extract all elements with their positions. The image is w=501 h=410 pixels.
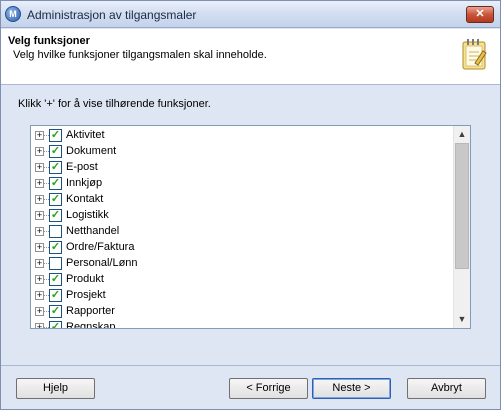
tree-item-label: Dokument bbox=[66, 145, 117, 157]
item-checkbox[interactable]: ✓ bbox=[49, 193, 62, 206]
footer-divider bbox=[1, 365, 500, 366]
item-checkbox[interactable]: ✓ bbox=[49, 273, 62, 286]
cancel-button[interactable]: Avbryt bbox=[407, 378, 486, 399]
wizard-notepad-icon bbox=[462, 39, 487, 70]
expand-plus-icon[interactable]: + bbox=[35, 179, 44, 188]
item-checkbox[interactable]: ✓ bbox=[49, 129, 62, 142]
expand-plus-icon[interactable]: + bbox=[35, 243, 44, 252]
tree-item-label: Ordre/Faktura bbox=[66, 241, 135, 253]
header-title: Velg funksjoner bbox=[8, 35, 90, 47]
expand-plus-icon[interactable]: + bbox=[35, 227, 44, 236]
tree-item-label: Personal/Lønn bbox=[66, 257, 138, 269]
item-checkbox[interactable]: ✓ bbox=[49, 177, 62, 190]
wizard-header: Velg funksjoner Velg hvilke funksjoner t… bbox=[1, 29, 500, 85]
expand-plus-icon[interactable]: + bbox=[35, 259, 44, 268]
tree-item-label: E-post bbox=[66, 161, 98, 173]
expand-plus-icon[interactable]: + bbox=[35, 131, 44, 140]
tree-item-label: Kontakt bbox=[66, 193, 104, 205]
window-title: Administrasjon av tilgangsmaler bbox=[27, 8, 197, 22]
item-checkbox[interactable]: ✓ bbox=[49, 305, 62, 318]
expand-plus-icon[interactable]: + bbox=[35, 275, 44, 284]
dialog-window: M Administrasjon av tilgangsmaler ✕ Velg… bbox=[0, 0, 501, 410]
next-button[interactable]: Neste > bbox=[312, 378, 391, 399]
expand-plus-icon[interactable]: + bbox=[35, 211, 44, 220]
tree-item-label: Innkjøp bbox=[66, 177, 103, 189]
header-subtitle: Velg hvilke funksjoner tilgangsmalen ska… bbox=[13, 49, 267, 61]
help-button[interactable]: Hjelp bbox=[16, 378, 95, 399]
item-checkbox[interactable]: ✓ bbox=[49, 289, 62, 302]
scroll-thumb[interactable] bbox=[455, 143, 469, 269]
tree-item-label: Rapporter bbox=[66, 305, 115, 317]
expand-plus-icon[interactable]: + bbox=[35, 147, 44, 156]
function-tree-list[interactable]: + ✓ Aktivitet + ✓ Dokument + ✓ E-post + ✓ Innkjøp + ✓… bbox=[30, 125, 471, 329]
instruction-text: Klikk '+' for å vise tilhørende funksjon… bbox=[18, 98, 211, 110]
expand-plus-icon[interactable]: + bbox=[35, 307, 44, 316]
item-checkbox[interactable]: ✓ bbox=[49, 161, 62, 174]
item-checkbox[interactable]: ✓ bbox=[49, 209, 62, 222]
item-checkbox[interactable]: ✓ bbox=[49, 257, 62, 270]
expand-plus-icon[interactable]: + bbox=[35, 291, 44, 300]
tree-item-label: Netthandel bbox=[66, 225, 120, 237]
item-checkbox[interactable]: ✓ bbox=[49, 321, 62, 328]
tree-item-label: Produkt bbox=[66, 273, 104, 285]
scroll-down-icon[interactable]: ▼ bbox=[454, 311, 470, 328]
item-checkbox[interactable]: ✓ bbox=[49, 145, 62, 158]
tree-item-label: Logistikk bbox=[66, 209, 109, 221]
title-bar[interactable]: M Administrasjon av tilgangsmaler ✕ bbox=[1, 1, 500, 28]
vertical-scrollbar[interactable]: ▲ ▼ bbox=[453, 126, 470, 328]
back-button[interactable]: < Forrige bbox=[229, 378, 308, 399]
item-checkbox[interactable]: ✓ bbox=[49, 225, 62, 238]
close-button[interactable]: ✕ bbox=[466, 6, 494, 23]
expand-plus-icon[interactable]: + bbox=[35, 163, 44, 172]
tree-item-label: Regnskap bbox=[66, 321, 116, 329]
expand-plus-icon[interactable]: + bbox=[35, 323, 44, 328]
tree-item-label: Prosjekt bbox=[66, 289, 106, 301]
expand-plus-icon[interactable]: + bbox=[35, 195, 44, 204]
scroll-up-icon[interactable]: ▲ bbox=[454, 126, 470, 143]
tree-item-label: Aktivitet bbox=[66, 129, 105, 141]
item-checkbox[interactable]: ✓ bbox=[49, 241, 62, 254]
app-logo-icon: M bbox=[5, 6, 21, 22]
